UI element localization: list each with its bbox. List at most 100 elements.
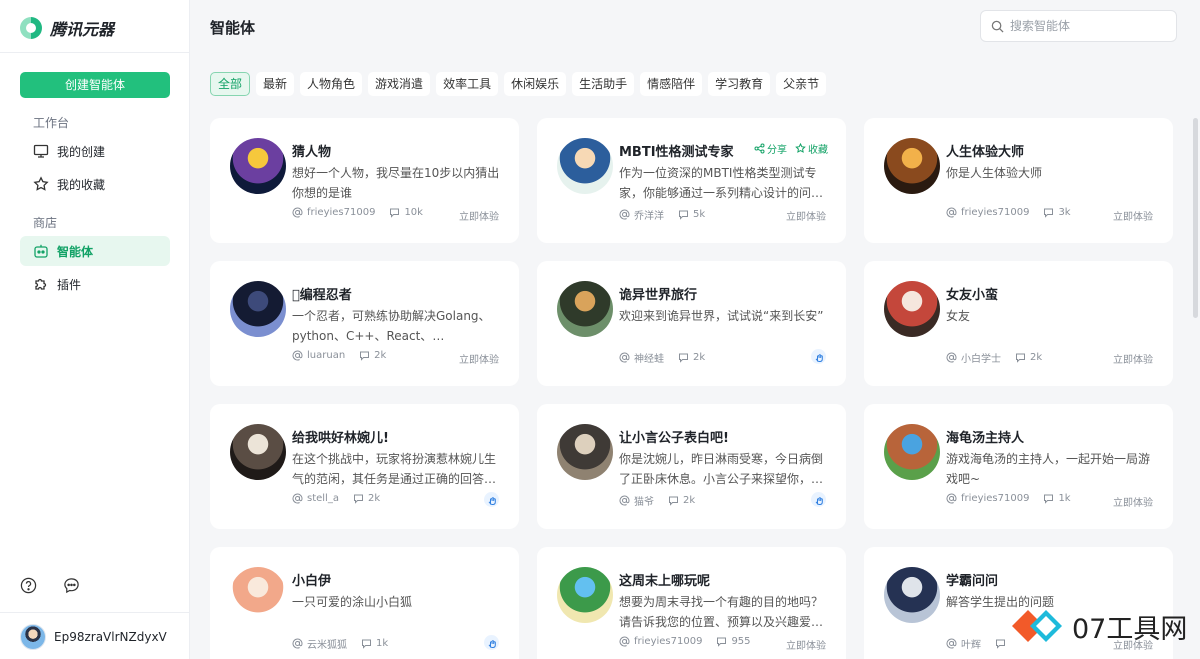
agent-count: 955 [731,636,751,647]
favorite-button[interactable]: 收藏 [795,141,828,156]
agent-card[interactable]: 海龟汤主持人 游戏海龟汤的主持人，一起开始一局游戏吧~ frieyies71009 1… [864,404,1173,529]
agent-author[interactable]: 乔洋洋 [634,207,664,222]
agent-meta: frieyies71009 3k [946,207,1071,218]
agent-count: 2k [683,495,696,506]
create-agent-button[interactable]: 创建智能体 [20,72,170,98]
hand-icon [488,639,496,648]
author-at-icon [619,495,630,506]
tab-5[interactable]: 休闲娱乐 [504,72,567,96]
comment-icon [679,353,688,363]
search-input[interactable] [1010,19,1170,33]
try-now-link[interactable]: 立即体验 [1113,494,1153,509]
sidebar-item-my-favorites[interactable]: 我的收藏 [20,169,170,199]
help-icon[interactable] [20,577,37,594]
agent-meta: 小白学士 2k [946,350,1042,365]
tab-6[interactable]: 生活助手 [572,72,635,96]
agent-author[interactable]: 云米狐狐 [307,636,347,651]
agent-author[interactable]: frieyies71009 [634,636,702,647]
agent-card[interactable]: 诡异世界旅行 欢迎来到诡异世界，试试说“来到长安” 神经蛙 2k [537,261,846,386]
agent-card[interactable]:  编程忍者 一个忍者，可熟练协助解决Golang、python、C++、React… [210,261,519,386]
agent-avatar [884,281,940,337]
author-at-icon [292,638,303,649]
sidebar-divider [0,52,190,53]
tab-1[interactable]: 最新 [256,72,295,96]
agent-description: 在这个挑战中，玩家将扮演惹林婉儿生气的范闲，其任务是通过正确的回答和行... [292,452,497,486]
sidebar-item-my-creations[interactable]: 我的创建 [20,136,170,166]
search-box[interactable] [980,10,1177,42]
comment-icon [390,208,400,218]
comment-icon [353,494,363,504]
author-at-icon [946,352,957,363]
hand-button[interactable] [484,492,499,507]
agent-card[interactable]: 这周末上哪玩呢 想要为周末寻找一个有趣的目的地吗？请告诉我您的位置、预算以及兴趣爱… [537,547,846,659]
chat-icon[interactable] [63,577,80,594]
sidebar-item-agents[interactable]: 智能体 [20,236,170,266]
agent-meta: luaruan 2k [292,350,386,361]
agent-description: 一个忍者，可熟练协助解决Golang、python、C++、React、Java… [292,309,491,343]
agent-avatar [884,424,940,480]
search-icon [991,20,1004,33]
agent-card[interactable]: 小白伊 一只可爱的涂山小白狐 云米狐狐 1k [210,547,519,659]
tab-2[interactable]: 人物角色 [300,72,363,96]
share-label: 分享 [767,145,787,156]
app-logo[interactable]: 腾讯元器 [20,14,114,42]
agent-author[interactable]: stell_a [307,493,339,504]
agent-author[interactable]: 叶辉 [961,636,981,651]
hand-button[interactable] [811,492,826,507]
author-at-icon [619,209,630,220]
sidebar: 腾讯元器 创建智能体 工作台 我的创建 我的收藏 商店 智能体 插件 Ep98z… [0,0,190,659]
try-now-link[interactable]: 立即体验 [459,351,499,366]
tab-4[interactable]: 效率工具 [436,72,499,96]
agent-card[interactable]: 让小言公子表白吧! 你是沈婉儿，昨日淋雨受寒，今日病倒了正卧床休息。小言公子来探望… [537,404,846,529]
sidebar-item-plugins[interactable]: 插件 [20,269,170,299]
agent-count: 3k [1058,207,1071,218]
agent-description: 作为一位资深的MBTI性格类型测试专家，你能够通过一系列精心设计的问题... [619,166,817,200]
agent-author[interactable]: frieyies71009 [961,493,1029,504]
agent-avatar [230,281,286,337]
agent-title: 小白伊 [292,574,332,589]
sidebar-item-label: 插件 [57,277,82,292]
agent-card[interactable]: 女友小蛮女友小白学士 2k 立即体验 [864,261,1173,386]
try-now-link[interactable]: 立即体验 [1113,208,1153,223]
agent-avatar [230,424,286,480]
share-button[interactable]: 分享 [754,141,787,156]
try-now-link[interactable]: 立即体验 [786,208,826,223]
user-profile[interactable]: Ep98zraVlrNZdyxV [20,624,167,650]
watermark-logo-icon [1012,610,1062,642]
agent-description: 你是人生体验大师 [946,166,1043,180]
agent-title: 猜人物 [292,145,332,160]
scrollbar[interactable] [1193,118,1198,318]
monitor-icon [33,144,49,158]
agent-card[interactable]: 人生体验大师 你是人生体验大师 frieyies71009 3k 立即体验 [864,118,1173,243]
tab-0[interactable]: 全部 [210,72,251,96]
try-now-link[interactable]: 立即体验 [786,637,826,652]
agent-card[interactable]: 猜人物 想好一个人物，我尽量在10步以内猜出你想的是谁 frieyies71009 1… [210,118,519,243]
agent-description: 你是沈婉儿，昨日淋雨受寒，今日病倒了正卧床休息。小言公子来探望你，但内... [619,452,824,486]
tab-7[interactable]: 情感陪伴 [640,72,703,96]
tab-8[interactable]: 学习教育 [708,72,771,96]
try-now-link[interactable]: 立即体验 [459,208,499,223]
agent-description: 女友 [946,309,971,323]
hand-button[interactable] [811,349,826,364]
tab-9[interactable]: 父亲节 [776,72,827,96]
tab-3[interactable]: 游戏消遣 [368,72,431,96]
agent-author[interactable]: 小白学士 [961,350,1001,365]
try-now-link[interactable]: 立即体验 [1113,351,1153,366]
agent-author[interactable]: frieyies71009 [961,207,1029,218]
agent-author[interactable]: 神经蛙 [634,350,664,365]
agent-author[interactable]: 猫爷 [634,493,654,508]
sidebar-item-label: 我的创建 [57,144,106,159]
agent-meta: 猫爷 2k [619,493,695,508]
hand-button[interactable] [484,635,499,650]
logo-icon [20,17,42,39]
agent-card[interactable]: MBTI性格测试专家 作为一位资深的MBTI性格类型测试专家，你能够通过一系列精心… [537,118,846,243]
category-tabs: 全部 最新 人物角色 游戏消遣 效率工具 休闲娱乐 生活助手 情感陪伴 学习教育 父亲节 [210,72,827,96]
agent-author[interactable]: luaruan [307,350,345,361]
agent-meta: 叶辉 [946,636,1010,651]
agent-title: 女友小蛮 [946,288,999,303]
agent-count: 1k [376,638,389,649]
author-at-icon [292,207,303,218]
agent-count: 2k [367,493,381,504]
agent-card[interactable]: 给我哄好林婉儿! 在这个挑战中，玩家将扮演惹林婉儿生气的范闲，其任务是通过正确的回… [210,404,519,529]
agent-author[interactable]: frieyies71009 [307,207,375,218]
